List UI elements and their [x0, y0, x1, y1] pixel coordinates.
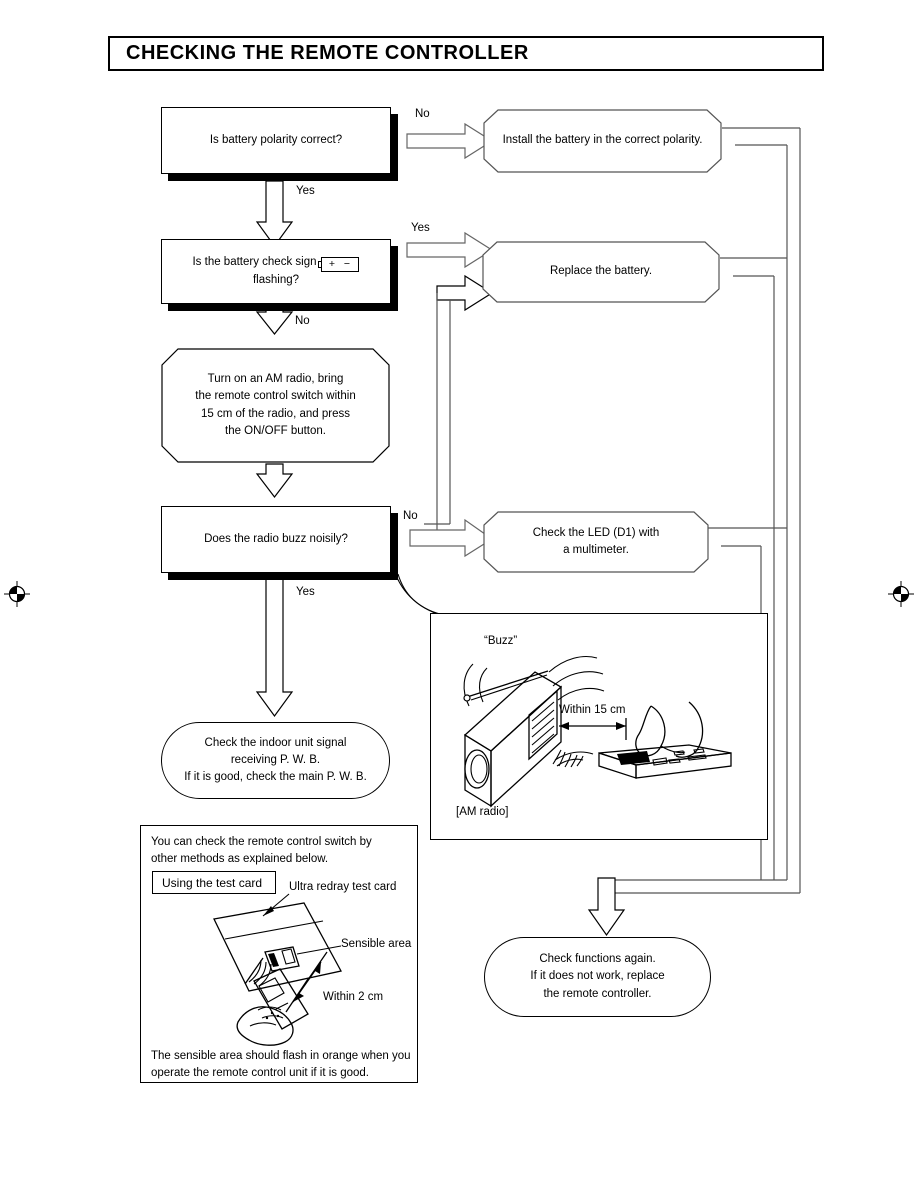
am-radio-label: [AM radio] [456, 806, 509, 818]
label-no-1: No [415, 108, 430, 120]
terminal-left-line-1: Check the indoor unit signal [204, 736, 347, 749]
connector-layer [255, 122, 801, 937]
terminal-left-line-2: receiving P. W. B. [230, 753, 321, 766]
decision-battery-polarity-label: Is battery polarity correct? [209, 134, 343, 147]
am-radio-illustration-panel: “Buzz” Within 15 cm [AM radio] [430, 613, 768, 840]
decision-battery-check-sign-label: Is the battery check sign [192, 256, 317, 269]
action-check-led-line-1: Check the LED (D1) with [532, 526, 660, 539]
decision-radio-buzz-label: Does the radio buzz noisily? [204, 533, 348, 546]
instruction-line-4: the ON/OFF button. [225, 424, 326, 437]
label-yes-2: Yes [411, 222, 430, 234]
test-card-drawing [213, 893, 342, 1046]
testcard-footer-line-2: operate the remote control unit if it is… [151, 1066, 369, 1079]
action-install-battery-label: Install the battery in the correct polar… [502, 134, 703, 147]
within-15cm-label: Within 15 cm [559, 704, 626, 716]
instruction-line-3: 15 cm of the radio, and press [201, 407, 350, 420]
terminal-right-line-1: Check functions again. [539, 953, 656, 966]
document-page: CHECKING THE REMOTE CONTROLLER Is batter… [0, 0, 918, 1188]
battery-icon: + − [317, 257, 359, 273]
action-replace-battery: Replace the battery. [482, 241, 720, 303]
action-install-battery: Install the battery in the correct polar… [483, 109, 722, 173]
action-check-led: Check the LED (D1) with a multimeter. [483, 511, 709, 573]
within-2cm-label: Within 2 cm [323, 991, 384, 1003]
terminal-check-indoor-unit: Check the indoor unit signal receiving P… [161, 722, 390, 799]
terminal-left-line-3: If it is good, check the main P. W. B. [184, 771, 367, 784]
instruction-am-radio: Turn on an AM radio, bring the remote co… [161, 348, 390, 463]
terminal-right-line-2: If it does not work, replace [530, 970, 665, 983]
battery-plus: + [328, 258, 336, 271]
decision-battery-polarity: Is battery polarity correct? [161, 107, 391, 174]
label-yes-1: Yes [296, 185, 315, 197]
testcard-footer-line-1: The sensible area should flash in orange… [151, 1050, 411, 1062]
callout-ultra-redray-test-card: Ultra redray test card [289, 881, 397, 893]
terminal-check-functions-again: Check functions again. If it does not wo… [484, 937, 711, 1017]
label-yes-3: Yes [296, 586, 315, 598]
battery-minus: − [343, 258, 351, 271]
callout-sensible-area: Sensible area [341, 938, 412, 950]
decision-battery-check-sign-label2: flashing? [252, 274, 300, 287]
action-replace-battery-label: Replace the battery. [549, 265, 653, 278]
buzz-label: “Buzz” [484, 635, 518, 647]
test-card-panel: You can check the remote control switch … [140, 825, 418, 1083]
terminal-right-line-3: the remote controller. [543, 987, 652, 1000]
label-no-2: No [295, 315, 310, 327]
decision-battery-check-sign: Is the battery check sign + − flashing? [161, 239, 391, 304]
instruction-line-1: Turn on an AM radio, bring [207, 373, 344, 385]
label-no-3: No [403, 510, 418, 522]
instruction-line-2: the remote control switch within [195, 390, 356, 403]
decision-radio-buzz: Does the radio buzz noisily? [161, 506, 391, 573]
testcard-footer: The sensible area should flash in orange… [151, 1048, 415, 1081]
action-check-led-line-2: a multimeter. [563, 544, 629, 556]
